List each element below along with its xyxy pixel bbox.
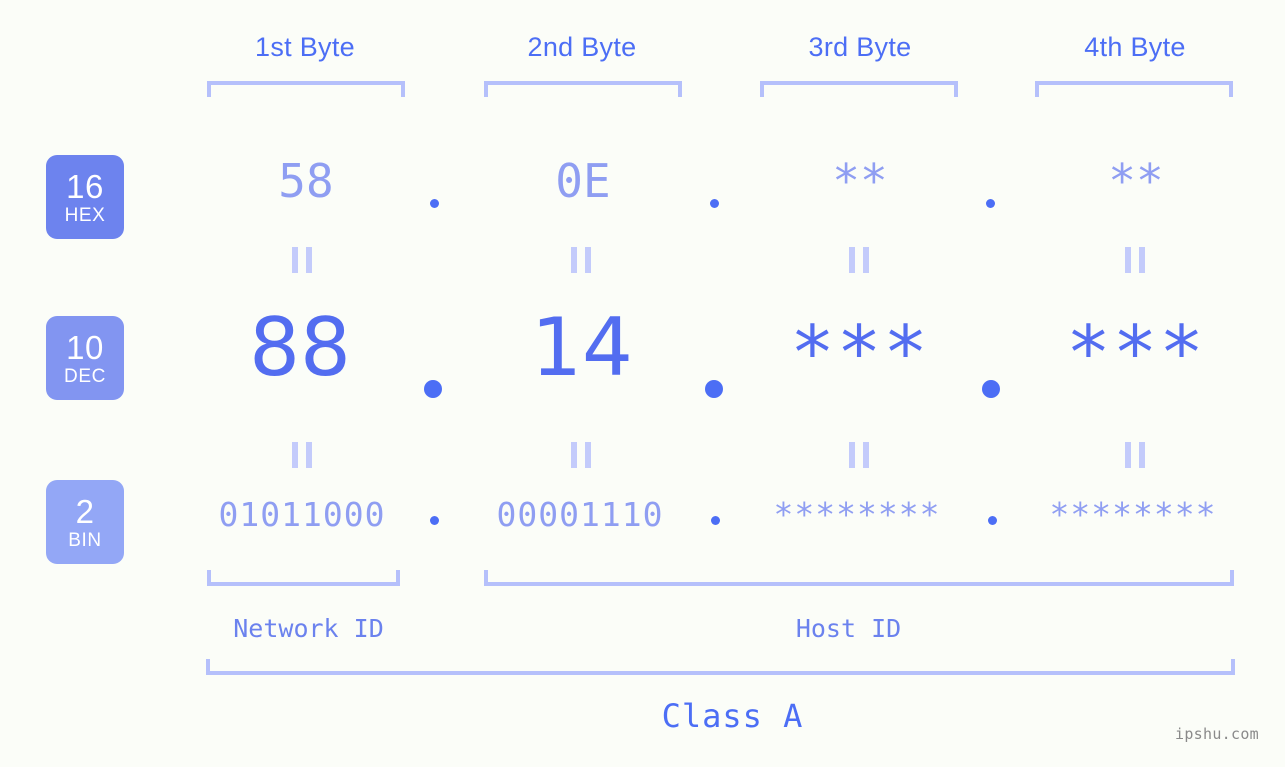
equals-mark-hex-dec-1 <box>292 247 312 273</box>
class-label: Class A <box>661 697 804 735</box>
bin-byte-1-value: 01011000 <box>218 495 386 534</box>
equals-mark-hex-dec-2 <box>571 247 591 273</box>
dec-byte-1-value: 88 <box>249 301 351 394</box>
byte-bracket-top-1 <box>207 81 405 97</box>
host-id-bracket <box>484 570 1234 586</box>
hex-byte-4-value: ** <box>1108 154 1164 208</box>
dec-separator-dot-3 <box>982 380 1000 398</box>
equals-mark-hex-dec-3 <box>849 247 869 273</box>
bin-separator-dot-1 <box>430 516 439 525</box>
byte-header-4: 4th Byte <box>1084 32 1186 62</box>
base-badge-bin-number: 2 <box>75 492 95 530</box>
ip-byte-breakdown-diagram: 1st Byte 2nd Byte 3rd Byte 4th Byte 16 H… <box>0 0 1285 767</box>
byte-bracket-top-2 <box>484 81 682 97</box>
bin-separator-dot-2 <box>711 516 720 525</box>
dec-separator-dot-1 <box>424 380 442 398</box>
dec-byte-2-value: 14 <box>531 301 633 394</box>
base-badge-hex-label: HEX <box>64 204 106 226</box>
equals-mark-dec-bin-4 <box>1125 442 1145 468</box>
base-badge-hex-number: 16 <box>66 167 104 205</box>
byte-header-2: 2nd Byte <box>527 32 637 62</box>
host-id-label: Host ID <box>795 614 902 643</box>
hex-separator-dot-1 <box>430 199 439 208</box>
base-badge-dec-number: 10 <box>66 328 104 366</box>
byte-bracket-top-3 <box>760 81 958 97</box>
base-badge-bin-label: BIN <box>68 529 102 551</box>
equals-mark-hex-dec-4 <box>1125 247 1145 273</box>
bin-byte-2-value: 00001110 <box>496 495 664 534</box>
dec-byte-4-value: *** <box>1066 310 1206 396</box>
network-id-label: Network ID <box>233 614 384 643</box>
dec-separator-dot-2 <box>705 380 723 398</box>
network-id-bracket <box>207 570 400 586</box>
equals-mark-dec-bin-2 <box>571 442 591 468</box>
hex-byte-2-value: 0E <box>555 154 611 208</box>
byte-header-1: 1st Byte <box>255 32 355 62</box>
equals-mark-dec-bin-1 <box>292 442 312 468</box>
bin-byte-3-value: ******** <box>773 495 941 534</box>
class-bracket <box>206 659 1235 675</box>
site-watermark: ipshu.com <box>1175 725 1259 743</box>
bin-separator-dot-3 <box>988 516 997 525</box>
hex-separator-dot-3 <box>986 199 995 208</box>
hex-byte-3-value: ** <box>832 154 888 208</box>
base-badge-dec[interactable]: 10 DEC <box>46 316 124 400</box>
equals-mark-dec-bin-3 <box>849 442 869 468</box>
bin-byte-4-value: ******** <box>1049 495 1217 534</box>
base-badge-dec-label: DEC <box>64 365 106 387</box>
base-badge-hex[interactable]: 16 HEX <box>46 155 124 239</box>
hex-byte-1-value: 58 <box>278 154 334 208</box>
dec-byte-3-value: *** <box>790 310 930 396</box>
byte-header-3: 3rd Byte <box>808 32 912 62</box>
hex-separator-dot-2 <box>710 199 719 208</box>
byte-bracket-top-4 <box>1035 81 1233 97</box>
base-badge-bin[interactable]: 2 BIN <box>46 480 124 564</box>
